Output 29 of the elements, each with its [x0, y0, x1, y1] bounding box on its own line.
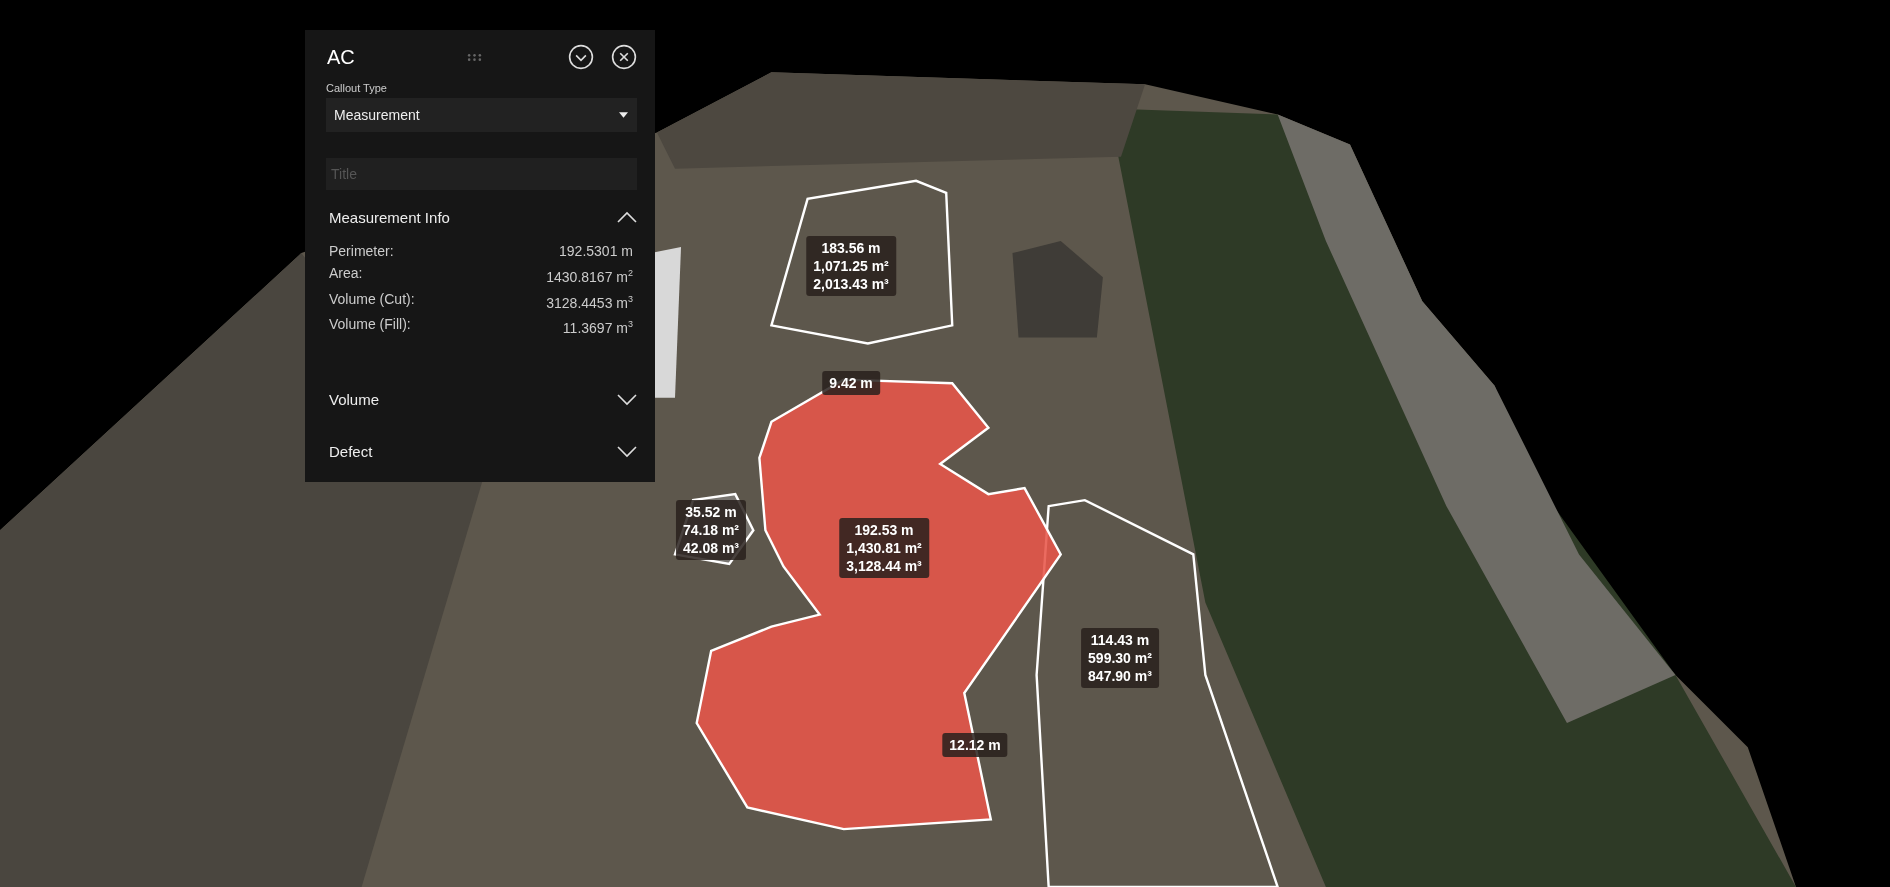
section-header[interactable]: Measurement Info [329, 202, 637, 232]
chevron-down-icon [617, 445, 637, 458]
callout-type-dropdown[interactable]: Measurement [326, 98, 637, 132]
section-header[interactable]: Defect [329, 436, 637, 467]
info-label: Volume (Fill): [329, 315, 411, 335]
measurement-label: 12.12 m [942, 733, 1008, 757]
chevron-down-icon [617, 393, 637, 406]
section-header[interactable]: Volume [329, 384, 637, 415]
info-label: Volume (Cut): [329, 289, 415, 309]
measurement-label: 9.42 m [822, 371, 880, 395]
panel-title: AC [326, 45, 356, 69]
collapse-icon[interactable] [568, 44, 594, 70]
field-label: Callout Type [326, 82, 388, 94]
measurement-label: 114.43 m 599.30 m² 847.90 m³ [1081, 628, 1159, 688]
measurement-label: 183.56 m 1,071.25 m² 2,013.43 m³ [806, 236, 896, 296]
measurement-label: 35.52 m 74.18 m² 42.08 m³ [676, 500, 746, 560]
caret-icon [619, 112, 628, 118]
info-value: 1430.8167 m$^{2}$ [546, 267, 633, 287]
info-label: Area: [329, 264, 363, 283]
info-value: 192.5301 m [559, 242, 633, 261]
info-label: Perimeter: [329, 242, 394, 261]
drag-handle-icon[interactable] [467, 52, 482, 62]
close-icon[interactable] [611, 44, 637, 70]
info-value: 3128.4453 m$^{3}$ [546, 292, 633, 313]
measured-area-outline[interactable] [769, 179, 954, 345]
info-value: 11.3697 m$^{3}$ [562, 318, 633, 338]
measurement-label: 192.53 m 1,430.81 m² 3,128.44 m³ [839, 518, 929, 578]
measured-area-outline[interactable] [1035, 498, 1280, 887]
chevron-up-icon [617, 211, 637, 223]
